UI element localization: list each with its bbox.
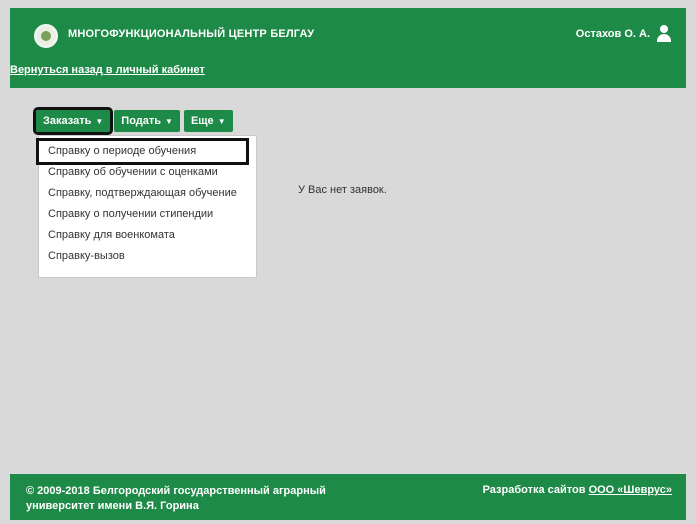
order-button[interactable]: Заказать ▼ [32,107,114,135]
menu-item-summons[interactable]: Справку-вызов [39,246,256,267]
menu-item-military-office[interactable]: Справку для военкомата [39,225,256,246]
header: МНОГОФУНКЦИОНАЛЬНЫЙ ЦЕНТР БЕЛГАУ Вернуть… [10,8,686,88]
more-button-label: Еще [190,115,214,127]
submit-button[interactable]: Подать ▼ [114,110,180,132]
brand-title[interactable]: МНОГОФУНКЦИОНАЛЬНЫЙ ЦЕНТР БЕЛГАУ [68,28,314,40]
menu-item-scholarship[interactable]: Справку о получении стипендии [39,204,256,225]
more-button[interactable]: Еще ▼ [183,110,233,132]
order-button-label: Заказать [43,115,92,127]
caret-down-icon: ▼ [165,116,173,126]
menu-item-study-confirmation[interactable]: Справку, подтверждающая обучение [39,183,256,204]
developer-credit: Разработка сайтов ООО «Шеврус» [483,484,672,496]
empty-requests-message: У Вас нет заявок. [298,184,387,196]
caret-down-icon: ▼ [217,116,226,126]
main-content: Заказать ▼ Подать ▼ Еще ▼ Справку о пери… [10,88,686,474]
caret-down-icon: ▼ [95,116,104,126]
menu-item-grades[interactable]: Справку об обучении с оценками [39,162,256,183]
copyright-line-2: университет имени В.Я. Горина [26,500,199,512]
user-icon[interactable] [656,25,672,43]
back-to-cabinet-link[interactable]: Вернуться назад в личный кабинет [10,64,205,76]
university-logo-icon[interactable] [34,24,58,48]
menu-item-study-period[interactable]: Справку о периоде обучения [36,138,249,165]
developer-prefix: Разработка сайтов [482,484,589,496]
order-dropdown-menu: Справку о периоде обучения Справку об об… [36,135,257,278]
copyright-text: © 2009-2018 Белгородский государственный… [26,484,356,514]
user-name[interactable]: Остахов О. А. [576,28,650,40]
user-menu[interactable]: Остахов О. А. [576,25,672,43]
submit-button-label: Подать [121,115,162,127]
developer-link[interactable]: ООО «Шеврус» [589,484,672,496]
footer: © 2009-2018 Белгородский государственный… [10,474,686,520]
toolbar: Заказать ▼ Подать ▼ Еще ▼ [32,107,233,135]
copyright-line-1: © 2009-2018 Белгородский государственный… [26,485,326,497]
